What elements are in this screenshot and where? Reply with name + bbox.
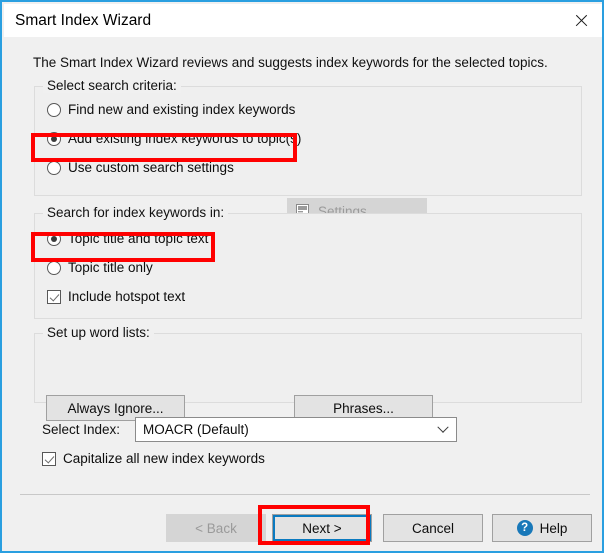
checkbox-label: Capitalize all new index keywords bbox=[63, 451, 265, 466]
back-button[interactable]: < Back bbox=[166, 514, 266, 542]
cancel-button[interactable]: Cancel bbox=[383, 514, 483, 542]
group-searchin-legend: Search for index keywords in: bbox=[43, 205, 229, 220]
group-criteria-legend: Select search criteria: bbox=[43, 78, 181, 93]
help-icon: ? bbox=[516, 520, 533, 536]
window-title: Smart Index Wizard bbox=[15, 11, 152, 29]
radio-topic-title-only[interactable]: Topic title only bbox=[47, 260, 153, 275]
radio-indicator bbox=[47, 160, 61, 175]
checkbox-indicator bbox=[47, 289, 61, 304]
radio-label: Find new and existing index keywords bbox=[68, 102, 296, 117]
radio-label: Use custom search settings bbox=[68, 160, 234, 175]
radio-add-existing-to-topics[interactable]: Add existing index keywords to topic(s) bbox=[47, 131, 301, 146]
smart-index-wizard-dialog: Smart Index Wizard The Smart Index Wizar… bbox=[0, 0, 604, 553]
checkbox-include-hotspot-text[interactable]: Include hotspot text bbox=[47, 289, 185, 304]
close-icon bbox=[574, 13, 589, 28]
checkbox-capitalize-all-new-index-keywords[interactable]: Capitalize all new index keywords bbox=[42, 451, 265, 466]
dialog-body: The Smart Index Wizard reviews and sugge… bbox=[4, 37, 602, 551]
radio-topic-title-and-text[interactable]: Topic title and topic text bbox=[47, 231, 208, 246]
intro-text: The Smart Index Wizard reviews and sugge… bbox=[33, 55, 548, 70]
radio-use-custom-search-settings[interactable]: Use custom search settings bbox=[47, 160, 234, 175]
radio-indicator bbox=[47, 102, 61, 117]
group-set-up-word-lists: Set up word lists: bbox=[34, 325, 582, 403]
group-search-for-index-keywords-in: Search for index keywords in: Topic titl… bbox=[34, 205, 582, 319]
select-index-value: MOACR (Default) bbox=[143, 422, 249, 437]
checkbox-indicator bbox=[42, 451, 56, 466]
group-wordlists-legend: Set up word lists: bbox=[43, 325, 154, 340]
help-button[interactable]: ? Help bbox=[492, 514, 592, 542]
next-button[interactable]: Next > bbox=[272, 514, 372, 542]
close-button[interactable] bbox=[558, 4, 602, 37]
checkbox-label: Include hotspot text bbox=[68, 289, 186, 304]
footer-separator bbox=[20, 494, 590, 495]
radio-label: Add existing index keywords to topic(s) bbox=[68, 131, 302, 146]
select-index-combobox[interactable]: MOACR (Default) bbox=[135, 417, 457, 442]
radio-indicator bbox=[47, 131, 61, 146]
radio-find-new-and-existing[interactable]: Find new and existing index keywords bbox=[47, 102, 295, 117]
help-button-label: Help bbox=[539, 520, 568, 536]
radio-label: Topic title and topic text bbox=[68, 231, 209, 246]
radio-indicator bbox=[47, 260, 61, 275]
title-bar: Smart Index Wizard bbox=[4, 4, 602, 37]
group-select-search-criteria: Select search criteria: Find new and exi… bbox=[34, 78, 582, 196]
radio-indicator bbox=[47, 231, 61, 246]
chevron-down-icon bbox=[430, 421, 456, 434]
select-index-label: Select Index: bbox=[42, 422, 121, 437]
radio-label: Topic title only bbox=[68, 260, 153, 275]
